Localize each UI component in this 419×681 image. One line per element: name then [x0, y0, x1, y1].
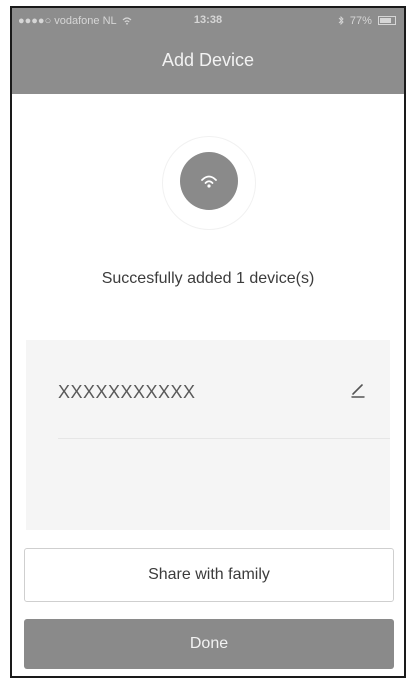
page-title: Add Device	[161, 50, 255, 70]
battery-percent: 77%	[349, 15, 372, 27]
device-name: XXXXXXXXXXX	[58, 382, 196, 402]
success-section: Succesfully added 1 device(s)	[12, 94, 404, 334]
phone-screen: ●●●●○ vodafone NL 13:38 77% Add Device S…	[10, 6, 406, 678]
wifi-icon	[201, 175, 217, 188]
done-button[interactable]: Done	[24, 619, 394, 669]
pencil-icon[interactable]	[348, 380, 368, 400]
battery-icon	[378, 16, 396, 25]
device-list: XXXXXXXXXXX	[26, 340, 390, 530]
divider	[58, 438, 390, 439]
status-bar: ●●●●○ vodafone NL 13:38 77%	[12, 8, 404, 34]
bluetooth-icon	[338, 15, 350, 27]
battery-status: 77%	[338, 15, 396, 27]
device-row[interactable]: XXXXXXXXXXX	[26, 340, 390, 438]
battery-fill	[380, 18, 391, 23]
nav-bar: Add Device	[12, 34, 404, 94]
share-with-family-button[interactable]: Share with family	[24, 548, 394, 602]
success-message: Succesfully added 1 device(s)	[101, 270, 315, 287]
wifi-badge	[180, 152, 238, 210]
